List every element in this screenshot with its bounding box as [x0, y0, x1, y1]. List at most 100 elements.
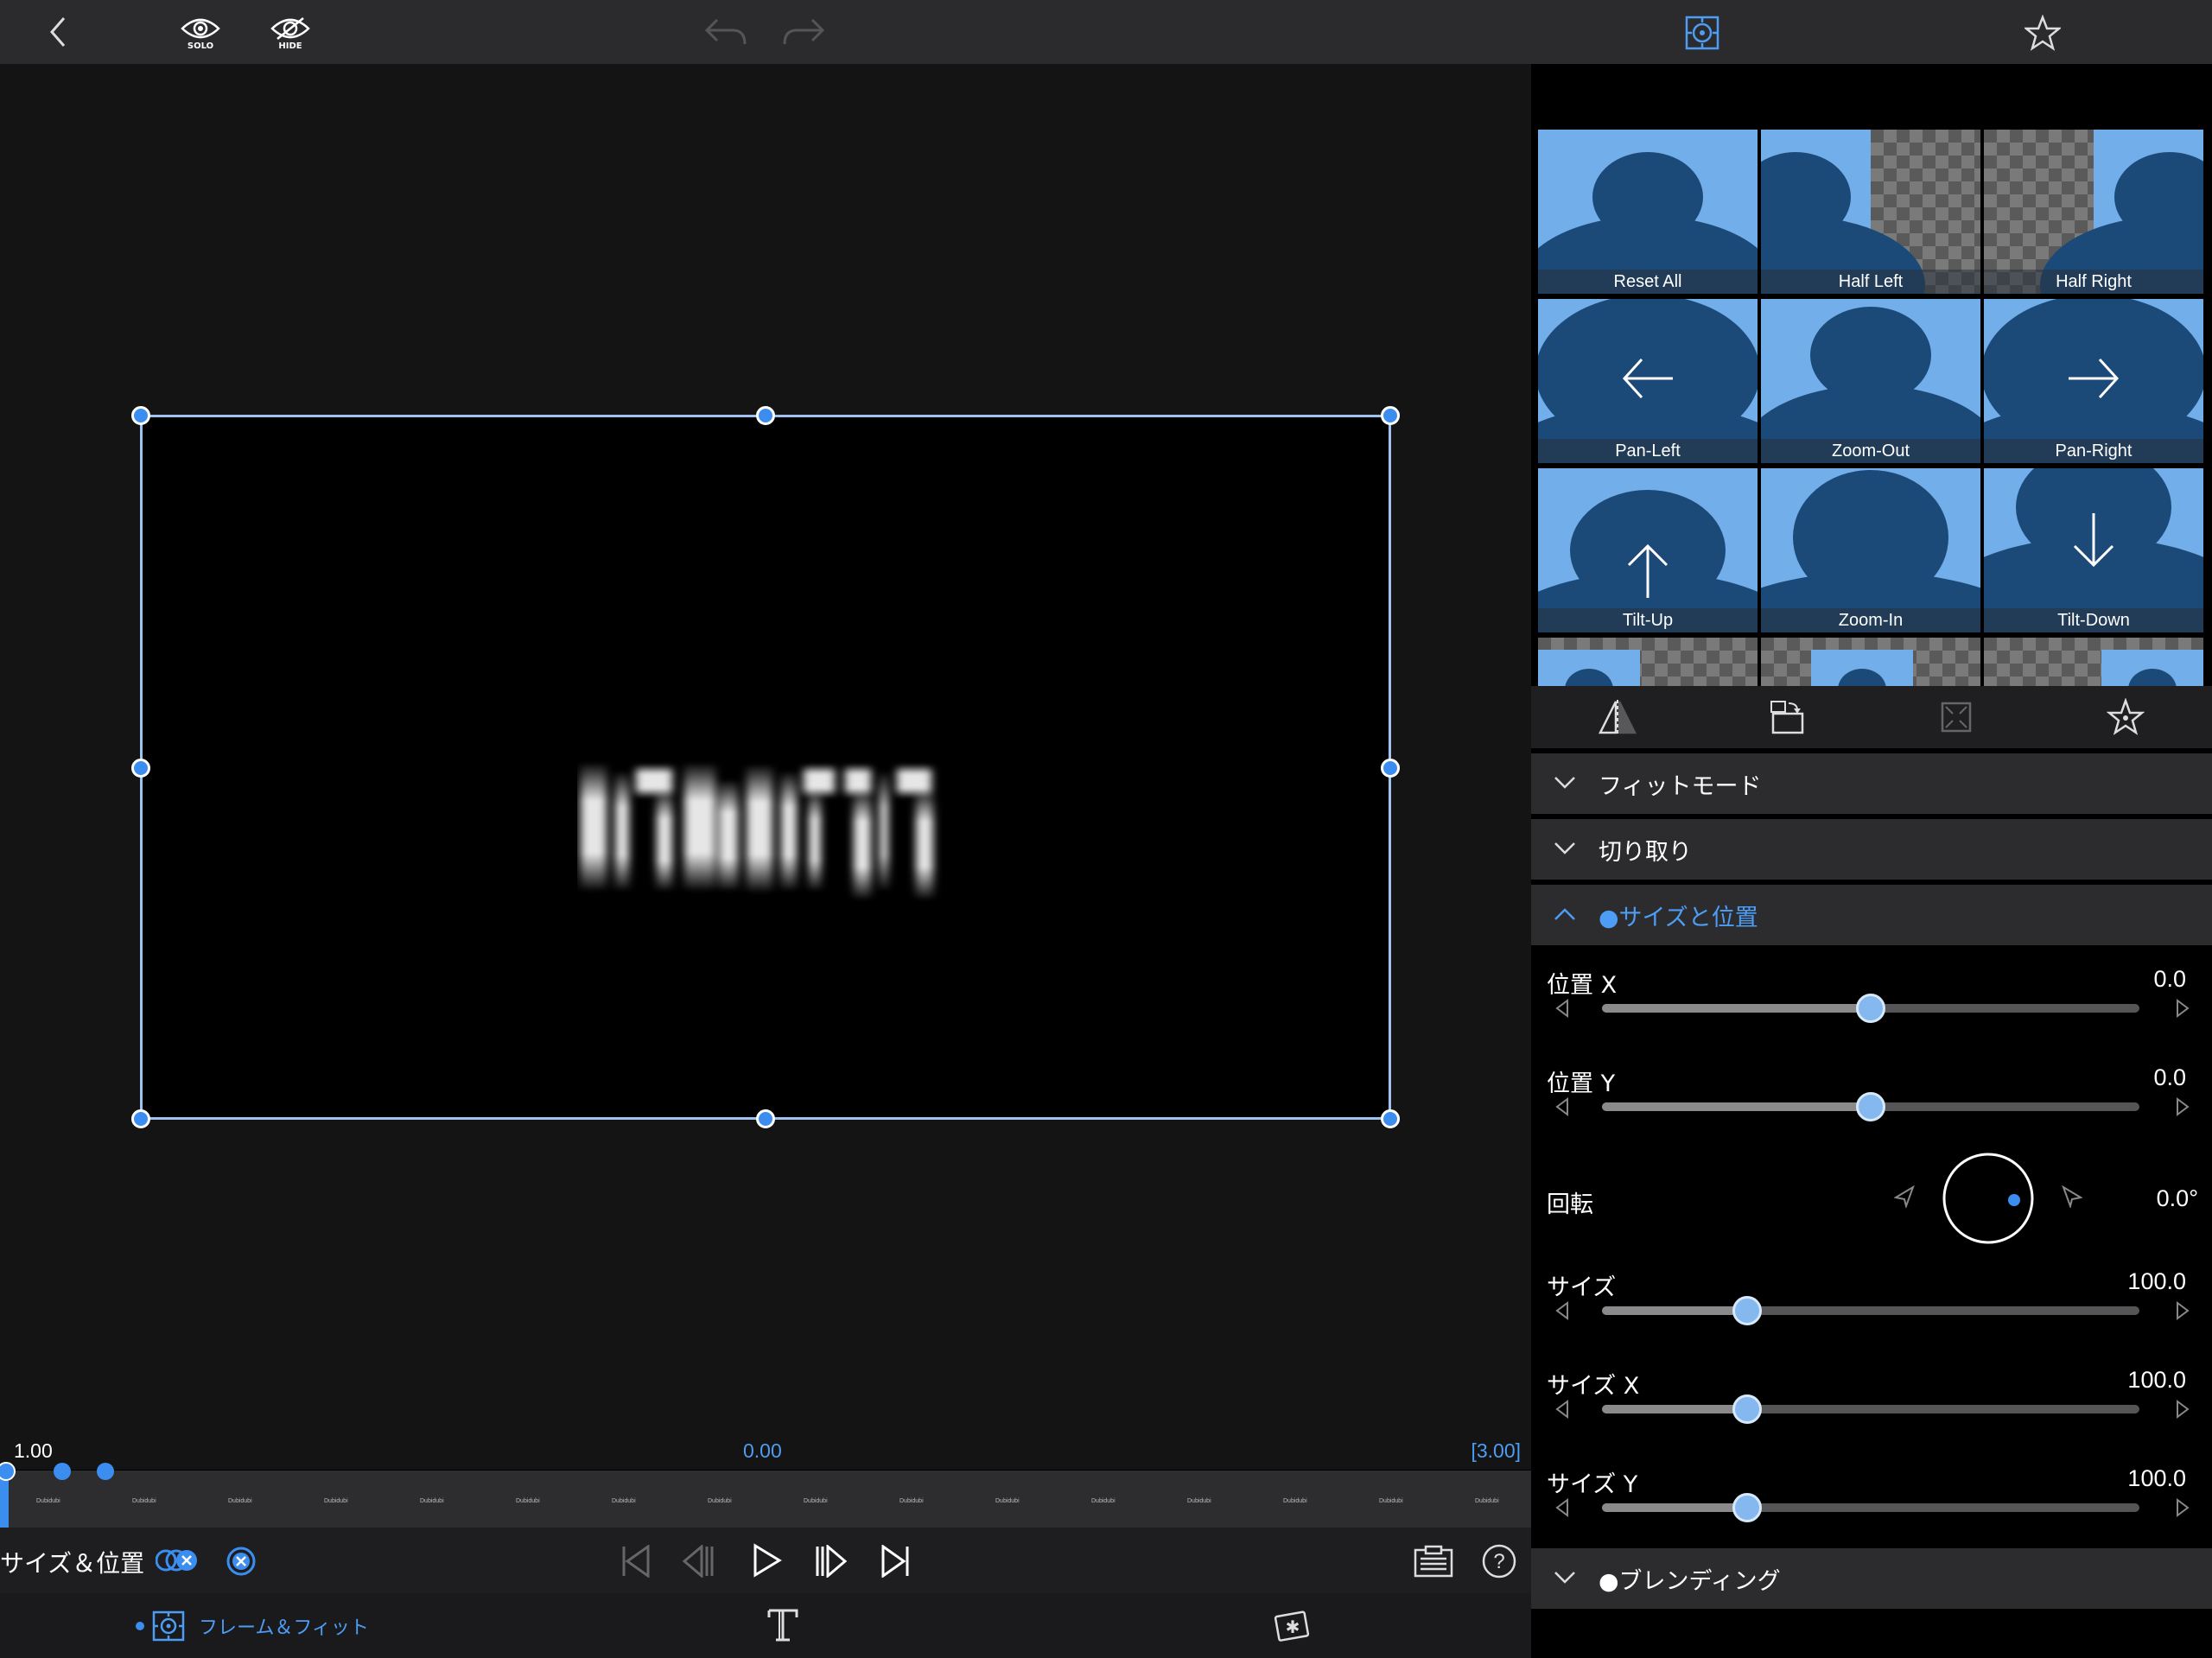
step-back-icon [683, 1545, 714, 1578]
resize-handle-left[interactable] [131, 759, 150, 778]
preset-tile[interactable]: Zoom-Out [1761, 299, 1980, 463]
play-button[interactable] [752, 1543, 783, 1578]
property-value[interactable]: 0.0 [2153, 966, 2186, 993]
favorite-preset-button[interactable] [2107, 698, 2145, 736]
property-value[interactable]: 100.0 [2127, 1465, 2186, 1492]
property-value[interactable]: 0.0 [2153, 1064, 2186, 1091]
timeline-tick-label: Dubidubi [708, 1498, 732, 1504]
position-y-slider[interactable] [1602, 1092, 2139, 1121]
rotate-button[interactable] [1768, 698, 1806, 736]
property-value[interactable]: 100.0 [2127, 1367, 2186, 1394]
decrement-arrow-icon[interactable] [1555, 1301, 1569, 1320]
expand-frame-icon [1941, 702, 1972, 733]
slider-knob[interactable] [1856, 994, 1885, 1023]
resize-handle-bottom-right[interactable] [1381, 1109, 1400, 1128]
back-button[interactable] [41, 12, 76, 52]
timeline-header: 1.00 0.00 [3.00] [0, 1434, 1531, 1471]
preset-tile[interactable]: Reset All [1538, 130, 1758, 294]
preset-tile[interactable]: Pan-Right [1984, 299, 2203, 463]
preset-tile[interactable]: Half Right [1984, 130, 2203, 294]
property-label: 位置 Y [1547, 1070, 1616, 1097]
section-title: ●ブレンディング [1599, 1568, 1781, 1595]
rotation-dial[interactable] [1941, 1151, 2036, 1246]
rotate-right-icon[interactable] [2062, 1185, 2082, 1208]
keyframe-timeline[interactable]: Dubidubi Dubidubi Dubidubi Dubidubi Dubidubi… [0, 1471, 1531, 1528]
preset-tile[interactable]: Pan-Left [1538, 299, 1758, 463]
size-slider[interactable] [1602, 1296, 2139, 1325]
section-size-position[interactable]: ●サイズと位置 [1531, 885, 2212, 945]
redo-button[interactable] [779, 14, 828, 50]
section-crop[interactable]: 切り取り [1531, 819, 2212, 880]
undo-button[interactable] [702, 14, 750, 50]
increment-arrow-icon[interactable] [2176, 1498, 2190, 1517]
keyframe-marker[interactable] [54, 1463, 71, 1480]
increment-arrow-icon[interactable] [2176, 1097, 2190, 1116]
increment-arrow-icon[interactable] [2176, 1301, 2190, 1320]
timeline-tick-label: Dubidubi [516, 1498, 540, 1504]
increment-arrow-icon[interactable] [2176, 999, 2190, 1018]
timeline-tick-label: Dubidubi [1091, 1498, 1116, 1504]
property-value[interactable]: 0.0° [2157, 1185, 2198, 1212]
flip-button[interactable] [1599, 700, 1637, 736]
section-title: フィットモード [1599, 773, 1762, 800]
next-keyframe-button[interactable] [816, 1545, 847, 1578]
keyframe-marker[interactable] [97, 1463, 114, 1480]
slider-knob[interactable] [1732, 1493, 1762, 1522]
solo-button[interactable]: SOLO [178, 12, 223, 55]
effects-ticket-icon: ✱ [1274, 1610, 1310, 1642]
resize-handle-top-left[interactable] [131, 406, 150, 425]
fit-frame-button[interactable] [1939, 700, 1974, 734]
slider-knob[interactable] [1732, 1296, 1762, 1325]
preset-label: Pan-Right [1984, 439, 2203, 463]
increment-arrow-icon[interactable] [2176, 1400, 2190, 1419]
resize-handle-top-right[interactable] [1381, 406, 1400, 425]
skip-to-start-button[interactable] [620, 1545, 652, 1578]
decrement-arrow-icon[interactable] [1555, 1400, 1569, 1419]
size-y-slider[interactable] [1602, 1493, 2139, 1522]
help-button[interactable]: ? [1481, 1543, 1517, 1579]
resize-handle-right[interactable] [1381, 759, 1400, 778]
step-forward-icon [816, 1545, 847, 1578]
resize-handle-top[interactable] [756, 406, 775, 425]
hide-button[interactable]: HIDE [268, 12, 313, 55]
rotate-left-icon[interactable] [1894, 1185, 1915, 1208]
property-rotation: 回転 0.0° [1531, 1153, 2212, 1280]
slider-knob[interactable] [1732, 1394, 1762, 1424]
text-tab[interactable] [766, 1607, 800, 1643]
frame-fit-tab-button[interactable] [1681, 12, 1723, 54]
blurred-clip-content [577, 753, 957, 918]
skip-to-end-button[interactable] [880, 1545, 911, 1578]
section-title: ●サイズと位置 [1599, 905, 1758, 931]
preset-label: Zoom-In [1761, 608, 1980, 632]
preset-tile[interactable]: Tilt-Down [1984, 468, 2203, 632]
inspector-panel: Reset All Half Left Half Right Pan-Left Zoom… [1531, 64, 2212, 1658]
resize-handle-bottom[interactable] [756, 1109, 775, 1128]
top-toolbar: SOLO HIDE [0, 0, 2212, 64]
svg-text:✱: ✱ [1286, 1617, 1300, 1637]
decrement-arrow-icon[interactable] [1555, 1097, 1569, 1116]
section-fit-mode[interactable]: フィットモード [1531, 753, 2212, 814]
preset-label: Zoom-Out [1761, 439, 1980, 463]
timeline-tick-label: Dubidubi [1187, 1498, 1211, 1504]
preset-tile[interactable]: Tilt-Up [1538, 468, 1758, 632]
preview-area[interactable] [0, 64, 1531, 1470]
resize-handle-bottom-left[interactable] [131, 1109, 150, 1128]
decrement-arrow-icon[interactable] [1555, 999, 1569, 1018]
effects-tab[interactable]: ✱ [1274, 1607, 1312, 1643]
preset-toolbar [1531, 686, 2212, 748]
inspector-button[interactable] [1414, 1545, 1453, 1578]
previous-keyframe-button[interactable] [683, 1545, 714, 1578]
preset-tile[interactable]: Half Left [1761, 130, 1980, 294]
favorites-tab-button[interactable] [2022, 12, 2063, 54]
keyframe-toggle-icon [156, 1549, 197, 1572]
slider-knob[interactable] [1856, 1092, 1885, 1121]
position-x-slider[interactable] [1602, 994, 2139, 1023]
preset-tile[interactable]: Zoom-In [1761, 468, 1980, 632]
section-blending[interactable]: ●ブレンディング [1531, 1548, 2212, 1609]
property-value[interactable]: 100.0 [2127, 1268, 2186, 1295]
decrement-arrow-icon[interactable] [1555, 1498, 1569, 1517]
reset-keyframes-button[interactable] [226, 1547, 256, 1576]
keyframe-toggle[interactable] [156, 1547, 199, 1574]
redo-icon [783, 18, 825, 45]
size-x-slider[interactable] [1602, 1394, 2139, 1424]
